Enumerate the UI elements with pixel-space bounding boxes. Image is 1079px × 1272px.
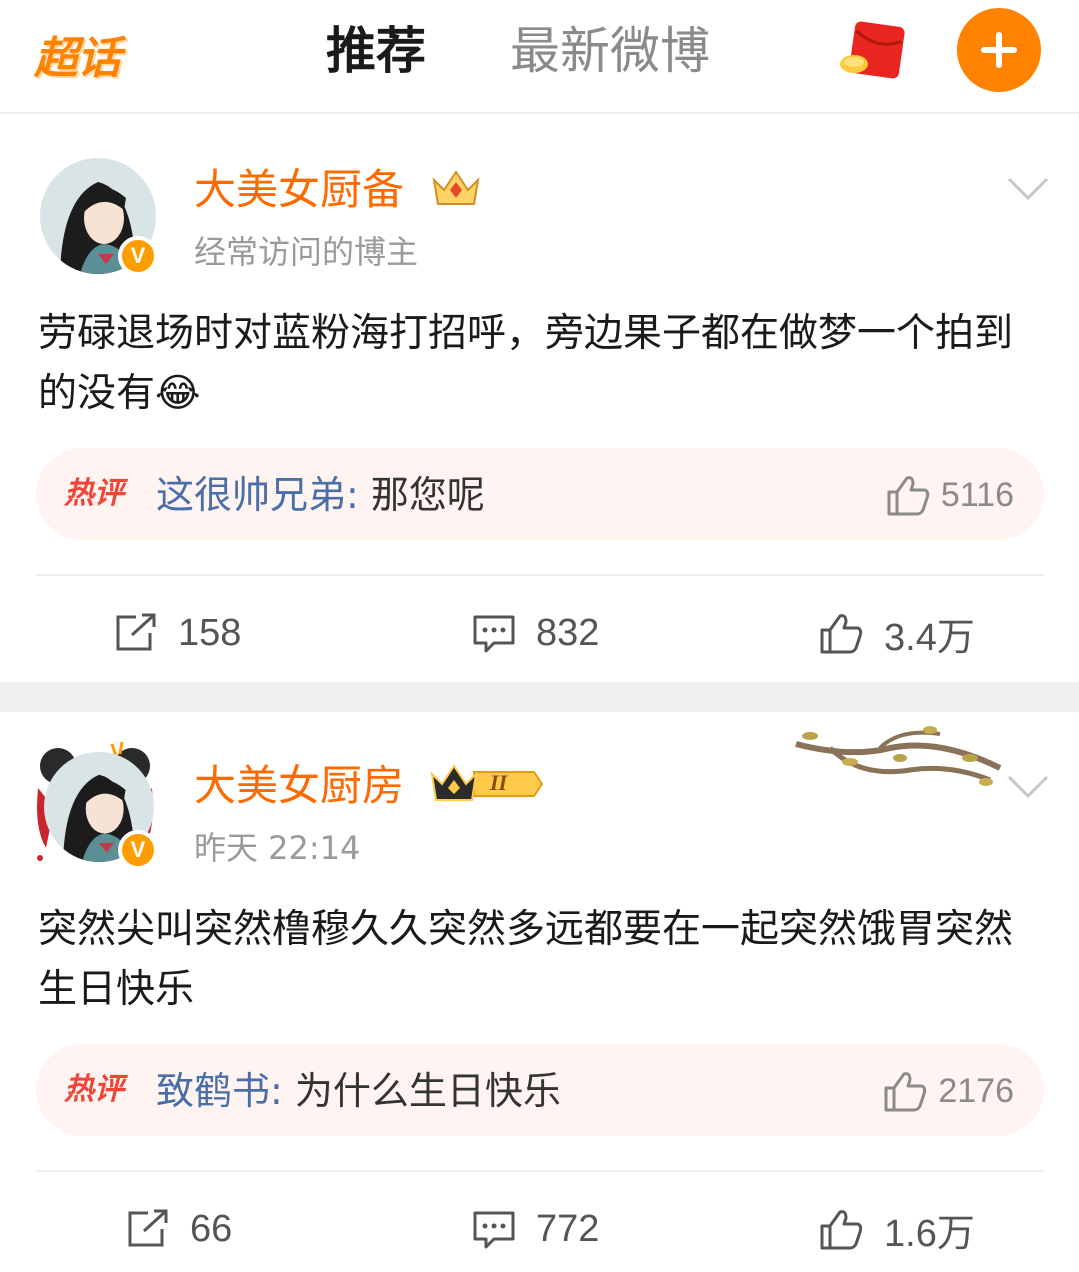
- hot-comment-badge: 热评: [64, 476, 124, 511]
- post-card[interactable]: V 大美女厨备 经常访问的博主 劳碌退场时对蓝粉海打招呼，旁边果子都在做梦一个拍…: [0, 116, 1079, 682]
- verified-v-icon: V: [118, 830, 158, 870]
- comment-icon: [473, 1211, 515, 1249]
- hot-comment-like-button[interactable]: 5116: [885, 472, 1014, 518]
- crown-badge-icon: II: [428, 762, 546, 806]
- comment-button[interactable]: 832: [472, 608, 599, 658]
- supertopic-logo[interactable]: 超话: [34, 22, 121, 84]
- tab-recommend-label: 推荐: [326, 22, 426, 80]
- post-card[interactable]: V 大美女厨房 II 昨天 22:14 突然尖叫突然橹穆久久突然多远都要在一起突…: [0, 712, 1079, 1272]
- hot-comment-badge: 热评: [64, 1072, 124, 1107]
- hot-comment[interactable]: 热评 这很帅兄弟: 那您呢 5116: [36, 448, 1044, 540]
- divider: [36, 1170, 1044, 1172]
- hot-comment-like-count: 2176: [938, 1071, 1014, 1110]
- comment-count: 772: [536, 1207, 600, 1250]
- post-separator: [0, 682, 1079, 712]
- post-timestamp: 昨天 22:14: [194, 829, 361, 867]
- hot-comment-like-button[interactable]: 2176: [882, 1068, 1014, 1114]
- like-button[interactable]: 1.6万: [818, 1204, 975, 1255]
- like-button[interactable]: 3.4万: [818, 608, 975, 659]
- chevron-down-icon[interactable]: [1006, 774, 1050, 800]
- post-content[interactable]: 劳碌退场时对蓝粉海打招呼，旁边果子都在做梦一个拍到的没有😂: [38, 304, 1038, 424]
- repost-icon: [116, 613, 156, 651]
- level-badge-text: II: [490, 770, 508, 795]
- comment-button[interactable]: 772: [472, 1204, 599, 1254]
- hot-comment-colon: :: [346, 473, 359, 517]
- hot-comment-body: 那您呢: [370, 473, 485, 517]
- like-icon: [820, 1210, 863, 1250]
- plus-button[interactable]: [957, 8, 1041, 92]
- repost-button[interactable]: 158: [114, 608, 241, 658]
- like-icon: [887, 476, 930, 516]
- like-count: 3.4万: [884, 616, 975, 659]
- hot-comment[interactable]: 热评 致鹤书: 为什么生日快乐 2176: [36, 1044, 1044, 1136]
- repost-icon: [128, 1209, 168, 1247]
- action-bar: 158 832 3.4万: [0, 592, 1079, 672]
- red-packet-icon[interactable]: [838, 20, 908, 82]
- chevron-down-icon[interactable]: [1006, 176, 1050, 202]
- repost-count: 66: [190, 1207, 233, 1250]
- repost-button[interactable]: 66: [126, 1204, 232, 1254]
- hot-comment-author[interactable]: 致鹤书: [156, 1069, 270, 1113]
- tab-latest[interactable]: 最新微博: [510, 18, 710, 84]
- post-subtitle: 经常访问的博主: [194, 233, 419, 271]
- tab-recommend[interactable]: 推荐: [326, 18, 426, 84]
- hot-comment-text: 致鹤书: 为什么生日快乐: [156, 1066, 561, 1116]
- like-count: 1.6万: [884, 1212, 975, 1255]
- hot-comment-author[interactable]: 这很帅兄弟: [156, 473, 346, 517]
- comment-count: 832: [536, 611, 600, 654]
- like-icon: [820, 614, 863, 654]
- post-content[interactable]: 突然尖叫突然橹穆久久突然多远都要在一起突然饿胃突然生日快乐: [38, 900, 1038, 1020]
- post-username[interactable]: 大美女厨备: [194, 162, 404, 218]
- branch-decoration: [790, 718, 1004, 794]
- tab-latest-label: 最新微博: [510, 22, 710, 80]
- hot-comment-body: 为什么生日快乐: [294, 1069, 561, 1113]
- top-bar: 超话 推荐 最新微博: [0, 0, 1079, 114]
- divider: [36, 574, 1044, 576]
- comment-icon: [473, 615, 515, 653]
- hot-comment-colon: :: [270, 1069, 283, 1113]
- post-username[interactable]: 大美女厨房: [194, 758, 404, 814]
- like-icon: [884, 1072, 927, 1112]
- verified-v-icon: V: [118, 236, 158, 276]
- action-bar: 66 772 1.6万: [0, 1188, 1079, 1268]
- hot-comment-text: 这很帅兄弟: 那您呢: [156, 470, 485, 520]
- hot-comment-like-count: 5116: [940, 475, 1014, 514]
- plus-icon: [981, 32, 1017, 68]
- crown-badge-icon: [428, 166, 484, 210]
- repost-count: 158: [178, 611, 242, 654]
